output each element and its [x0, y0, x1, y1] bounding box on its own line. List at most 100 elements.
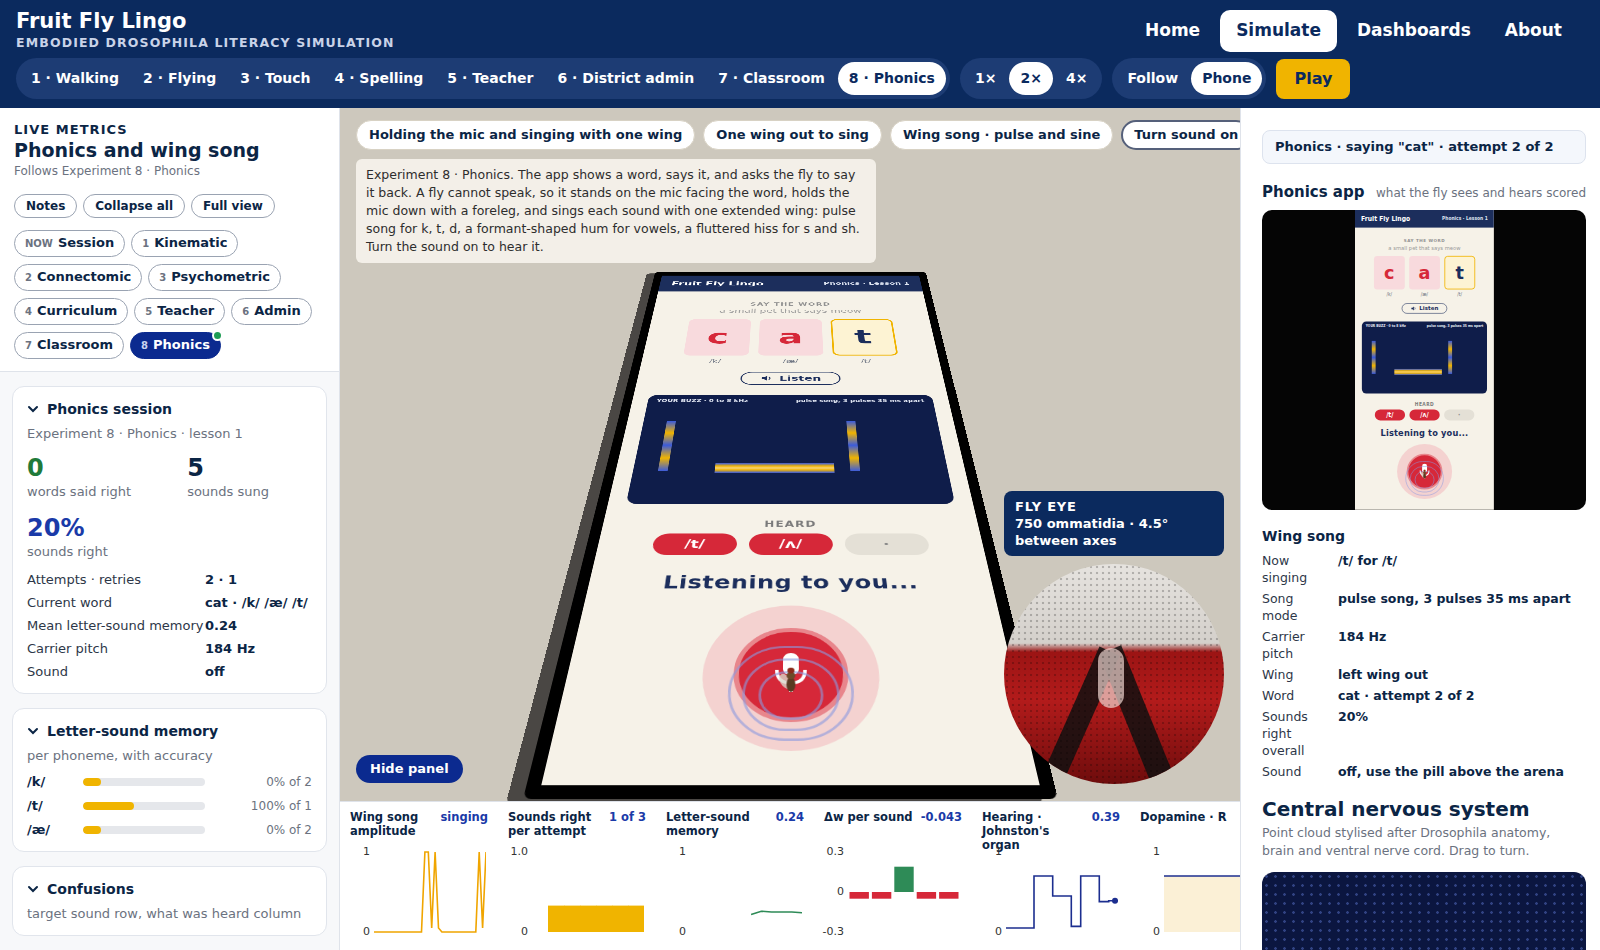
chart-plot [848, 846, 960, 938]
phonics-app-screen: Fruit Fly LingoPhonics · Lesson 1SAY THE… [541, 276, 1039, 786]
app-header: Fruit Fly LingoPhonics · Lesson 1 [1355, 210, 1494, 228]
row-value: 2 · 1 [205, 571, 312, 589]
nav-item[interactable]: Simulate [1220, 10, 1337, 52]
arena-chip[interactable]: Wing song · pulse and sine [890, 120, 1113, 150]
cns-text: Point cloud stylised after Drosophila an… [1262, 824, 1586, 860]
speed-tabs-item[interactable]: 1× [964, 62, 1007, 95]
row-key: Carrier pitch [1262, 628, 1328, 662]
chart-body: 10 [1140, 846, 1240, 938]
card-subtitle: Experiment 8 · Phonics · lesson 1 [27, 425, 312, 443]
letter-tile[interactable]: c [683, 319, 751, 355]
arena-chip[interactable]: One wing out to sing [703, 120, 882, 150]
dashboard-tab[interactable]: 8Phonics [130, 332, 221, 359]
y-tick: 0 [837, 886, 844, 898]
sidebar-button[interactable]: Full view [191, 194, 275, 218]
view-tabs-item[interactable]: Phone [1191, 62, 1262, 95]
experiment-tabs-item[interactable]: 8 · Phonics [838, 62, 946, 95]
card-header[interactable]: Confusions [27, 879, 312, 899]
hide-panel-button[interactable]: Hide panel [356, 755, 463, 783]
series-line [1164, 875, 1240, 877]
phoneme: /t/ [27, 797, 83, 815]
y-tick: 1 [1153, 846, 1160, 858]
listen-label: Listen [779, 374, 821, 382]
phoneme-label: /k/ [1386, 292, 1392, 298]
nav-item[interactable]: About [1491, 10, 1576, 52]
y-axis: 10 [1140, 846, 1164, 938]
tab-label: Classroom [37, 337, 113, 353]
series-bar [894, 867, 913, 892]
card-subtitle: target sound row, what was heard column [27, 905, 312, 923]
speed-tabs-item[interactable]: 4× [1055, 62, 1098, 95]
series-bar [939, 892, 958, 899]
experiment-tabs-item[interactable]: 5 · Teacher [436, 62, 544, 95]
card-title: Letter-sound memory [47, 721, 218, 741]
tab-number: 7 [25, 338, 32, 354]
speed-tabs-item[interactable]: 2× [1009, 62, 1052, 95]
experiment-tabs-item[interactable]: 3 · Touch [229, 62, 321, 95]
series-column [532, 932, 549, 933]
experiment-tabs-item[interactable]: 6 · District admin [546, 62, 705, 95]
speaker-wave [1414, 307, 1415, 309]
lesson-label: Phonics · Lesson 1 [823, 280, 910, 286]
app-preview-caption: what the fly sees and hears scored [1376, 185, 1586, 201]
phoneme-label: /t/ [861, 358, 872, 364]
experiment-tabs-item[interactable]: 7 · Classroom [707, 62, 836, 95]
letter-tile[interactable]: t [1444, 256, 1475, 290]
letter: a [778, 326, 803, 347]
arena-chip[interactable]: Turn sound on [1121, 120, 1240, 150]
tab-label: Phonics [153, 337, 210, 353]
session-rows: Attempts · retries2 · 1Current wordcat ·… [27, 571, 312, 681]
tab-label: Curriculum [37, 303, 117, 319]
nav-item[interactable]: Home [1131, 10, 1214, 52]
top-bar: Fruit Fly LingoEMBODIED DROSOPHILA LITER… [0, 0, 1600, 108]
dashboard-tab[interactable]: 3Psychometric [148, 264, 281, 291]
tab-label: Connectomic [37, 269, 131, 285]
dashboard-tab[interactable]: 7 Classroom [14, 332, 124, 359]
series-line [1006, 876, 1118, 928]
dashboard-tab[interactable]: 2Connectomic [14, 264, 142, 291]
series-bar [872, 892, 891, 899]
chart-header: Δw per sound-0.043 [824, 810, 962, 840]
app-subtitle: EMBODIED DROSOPHILA LITERACY SIMULATION [16, 34, 395, 52]
row-key: Sound [27, 663, 205, 681]
dashboard-tab[interactable]: 5Teacher [134, 298, 225, 325]
series-bar [917, 892, 936, 899]
arena[interactable]: Holding the mic and singing with one win… [340, 108, 1240, 801]
fly-wing [1420, 471, 1425, 478]
app-preview-scaled: Fruit Fly LingoPhonics · Lesson 1SAY THE… [1355, 210, 1494, 510]
listen-button[interactable]: Listen [1401, 303, 1446, 313]
phoneme-label: /æ/ [783, 358, 799, 364]
sidebar-button[interactable]: Collapse all [83, 194, 185, 218]
letter: a [1418, 263, 1430, 282]
experiment-tabs-item[interactable]: 1 · Walking [20, 62, 130, 95]
view-tabs-item[interactable]: Follow [1116, 62, 1189, 95]
dashboard-tab[interactable]: 4Curriculum [14, 298, 128, 325]
fly-abdomen [1423, 473, 1426, 479]
dashboard-tab[interactable]: 6Admin [231, 298, 312, 325]
nav-item[interactable]: Dashboards [1343, 10, 1485, 52]
letter-tile[interactable]: t [830, 319, 898, 355]
arena-chip[interactable]: Holding the mic and singing with one win… [356, 120, 695, 150]
arena-chips: Holding the mic and singing with one win… [356, 120, 1240, 150]
dashboard-tab[interactable]: 1Kinematic [131, 230, 238, 257]
series-column [628, 906, 644, 932]
letter-tile[interactable]: a [1409, 256, 1440, 290]
play-button[interactable]: Play [1276, 59, 1350, 99]
row-value: 184 Hz [1338, 628, 1586, 662]
app-brand: Fruit Fly Lingo [1361, 214, 1410, 223]
row-value: cat · /k/ /æ/ /t/ [205, 594, 312, 612]
letter-tile[interactable]: a [758, 319, 823, 355]
prompt: SAY THE WORD [750, 302, 831, 307]
card-header[interactable]: Letter-sound memory [27, 721, 312, 741]
card-header[interactable]: Phonics session [27, 399, 312, 419]
heard-chip: · [1443, 409, 1473, 420]
phone[interactable]: Fruit Fly LingoPhonics · Lesson 1SAY THE… [523, 272, 1058, 799]
row-key: Now singing [1262, 552, 1328, 586]
experiment-tabs-item[interactable]: 2 · Flying [132, 62, 227, 95]
letter-tile[interactable]: c [1373, 256, 1404, 290]
listen-button[interactable]: Listen [740, 372, 841, 385]
sidebar-button[interactable]: Notes [14, 194, 77, 218]
experiment-tabs-item[interactable]: 4 · Spelling [324, 62, 435, 95]
cns-viewer[interactable] [1262, 872, 1586, 950]
dashboard-tab[interactable]: NOWSession [14, 230, 125, 257]
